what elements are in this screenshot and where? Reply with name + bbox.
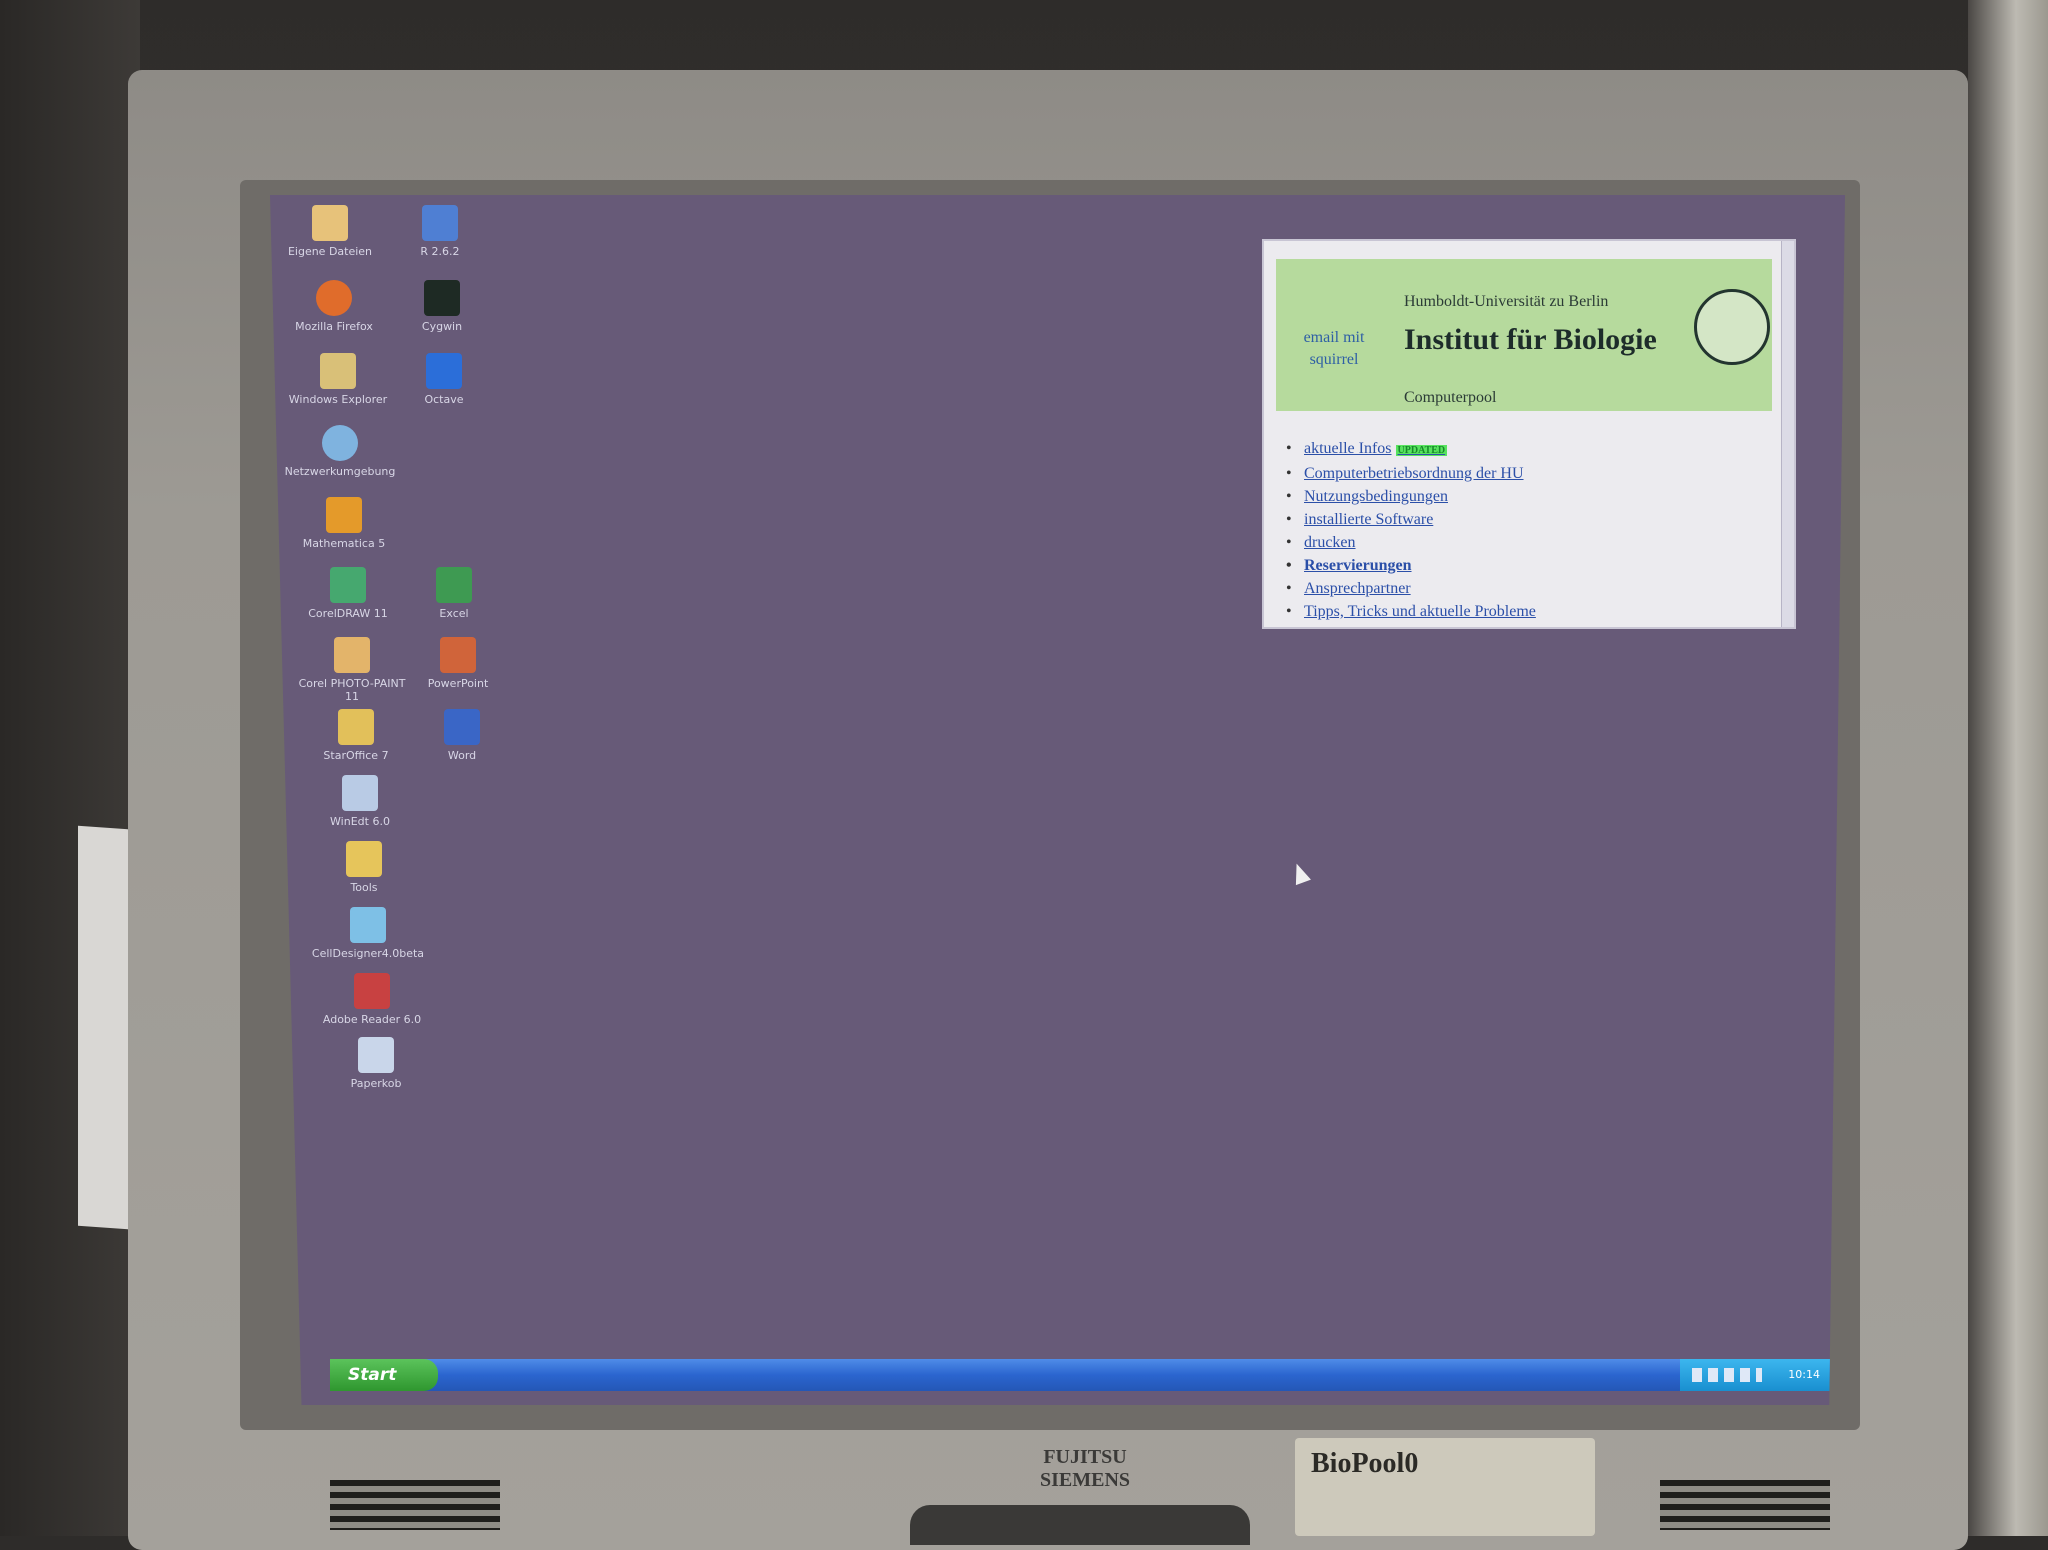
explorer-icon	[320, 353, 356, 389]
monitor-sticker: BioPool0	[1295, 1438, 1595, 1536]
link-reservierungen[interactable]: Reservierungen	[1286, 554, 1536, 577]
octave-icon	[426, 353, 462, 389]
desktop-icon-firefox[interactable]: Mozilla Firefox	[274, 280, 394, 333]
desktop-icon-staroffice[interactable]: StarOffice 7	[296, 709, 416, 762]
desktop-icon-cygwin[interactable]: Cygwin	[382, 280, 502, 333]
photo-paint-icon	[334, 637, 370, 673]
link-drucken[interactable]: drucken	[1286, 531, 1536, 554]
university-name: Humboldt-Universität zu Berlin	[1404, 293, 1609, 310]
folder-icon	[338, 709, 374, 745]
desktop-icon-word[interactable]: Word	[402, 709, 522, 762]
desktop-icon-mathematica[interactable]: Mathematica 5	[284, 497, 404, 550]
desktop-icon-coreldraw[interactable]: CorelDRAW 11	[288, 567, 408, 620]
desktop-icon-netzwerkumgebung[interactable]: Netzwerkumgebung	[280, 425, 400, 478]
word-icon	[444, 709, 480, 745]
university-seal-icon	[1694, 289, 1770, 365]
r-icon	[422, 205, 458, 241]
desktop-icon-adobe-reader[interactable]: Adobe Reader 6.0	[312, 973, 432, 1026]
network-icon	[322, 425, 358, 461]
firefox-icon	[316, 280, 352, 316]
desktop-icon-windows-explorer[interactable]: Windows Explorer	[278, 353, 398, 406]
link-aktuelle-infos[interactable]: aktuelle InfosUPDATED	[1286, 437, 1536, 462]
monitor-brand: FUJITSU SIEMENS	[1039, 1446, 1131, 1491]
start-button[interactable]: Start	[330, 1359, 438, 1391]
desktop-icon-excel[interactable]: Excel	[394, 567, 514, 620]
desktop-icon-winedt[interactable]: WinEdt 6.0	[300, 775, 420, 828]
link-computerbetriebsordnung[interactable]: Computerbetriebsordnung der HU	[1286, 462, 1536, 485]
speaker-grille-right	[1660, 1480, 1830, 1530]
monitor-control-strip	[910, 1505, 1250, 1545]
page-header: email mit squirrel Humboldt-Universität …	[1276, 259, 1772, 411]
link-installierte-software[interactable]: installierte Software	[1286, 508, 1536, 531]
link-ansprechpartner[interactable]: Ansprechpartner	[1286, 577, 1536, 600]
room-background-right	[1968, 0, 2048, 1536]
recycle-bin-icon	[358, 1037, 394, 1073]
desktop-icon-celldesigner[interactable]: CellDesigner4.0beta	[308, 907, 428, 960]
email-link[interactable]: email mit squirrel	[1294, 327, 1374, 371]
desktop-icon-powerpoint[interactable]: PowerPoint	[398, 637, 518, 690]
desktop-icon-paperkob[interactable]: Paperkob	[316, 1037, 436, 1090]
desktop-icon-r[interactable]: R 2.6.2	[380, 205, 500, 258]
taskbar: Start 10:14	[330, 1359, 1830, 1391]
desktop-icon-eigene-dateien[interactable]: Eigene Dateien	[270, 205, 390, 258]
folder-icon	[312, 205, 348, 241]
clock[interactable]: 10:14	[1788, 1368, 1820, 1381]
folder-icon	[346, 841, 382, 877]
mathematica-icon	[326, 497, 362, 533]
celldesigner-icon	[350, 907, 386, 943]
winedt-icon	[342, 775, 378, 811]
updated-badge: UPDATED	[1395, 445, 1448, 456]
powerpoint-icon	[440, 637, 476, 673]
tray-icons[interactable]	[1692, 1368, 1762, 1382]
link-tipps-tricks[interactable]: Tipps, Tricks und aktuelle Probleme	[1286, 600, 1536, 623]
excel-icon	[436, 567, 472, 603]
mouse-cursor-icon	[1289, 860, 1311, 886]
desktop-icon-octave[interactable]: Octave	[384, 353, 504, 406]
system-tray: 10:14	[1680, 1359, 1830, 1391]
desktop-icon-tools[interactable]: Tools	[304, 841, 424, 894]
desktop-screen: Eigene Dateien R 2.6.2 Mozilla Firefox C…	[270, 195, 1845, 1405]
coreldraw-icon	[330, 567, 366, 603]
scrollbar[interactable]	[1781, 241, 1794, 627]
subtitle: Computerpool	[1404, 389, 1497, 406]
link-nutzungsbedingungen[interactable]: Nutzungsbedingungen	[1286, 485, 1536, 508]
desktop-icon-corel-photo-paint[interactable]: Corel PHOTO-PAINT 11	[292, 637, 412, 703]
nav-link-list: aktuelle InfosUPDATED Computerbetriebsor…	[1286, 437, 1536, 623]
adobe-reader-icon	[354, 973, 390, 1009]
room-background-left	[0, 0, 140, 1536]
browser-window[interactable]: email mit squirrel Humboldt-Universität …	[1262, 239, 1796, 629]
speaker-grille-left	[330, 1480, 500, 1530]
cygwin-icon	[424, 280, 460, 316]
page-title: Institut für Biologie	[1404, 323, 1657, 356]
